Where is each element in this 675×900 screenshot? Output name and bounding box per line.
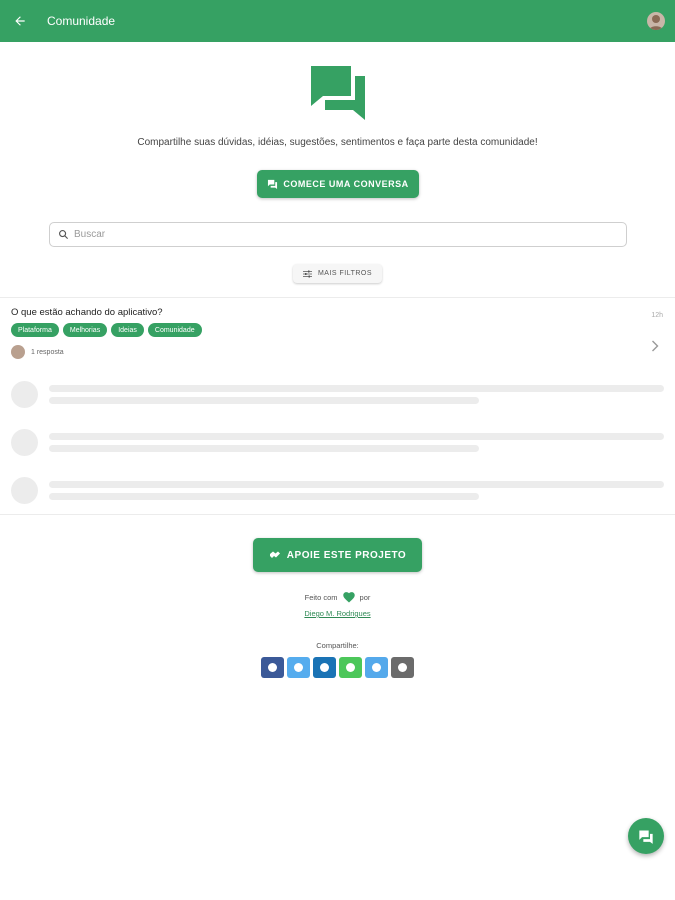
- telegram-icon: [372, 663, 381, 672]
- share-whatsapp-button[interactable]: [339, 657, 362, 678]
- chat-add-icon: [639, 830, 653, 844]
- post-title: O que estão achando do aplicativo?: [11, 307, 163, 318]
- user-avatar[interactable]: [647, 12, 665, 30]
- search-input[interactable]: [74, 229, 574, 240]
- tag-list: Plataforma Melhorias Ideias Comunidade: [11, 323, 202, 337]
- heart-icon: [342, 592, 355, 603]
- share-buttons: [261, 657, 414, 678]
- email-icon: [398, 663, 407, 672]
- more-filters-button[interactable]: MAIS FILTROS: [293, 264, 382, 283]
- back-button[interactable]: [0, 0, 40, 42]
- facebook-icon: [268, 663, 277, 672]
- skeleton-item: [0, 429, 675, 459]
- list-item[interactable]: O que estão achando do aplicativo? 12h P…: [0, 300, 675, 364]
- tagline: Compartilhe suas dúvidas, idéias, sugest…: [137, 137, 538, 148]
- made-with-label: Feito com: [304, 592, 338, 602]
- more-filters-label: MAIS FILTROS: [317, 270, 373, 277]
- reply-count: 1 resposta: [31, 348, 64, 356]
- page-title: Comunidade: [47, 14, 116, 28]
- support-project-button[interactable]: APOIE ESTE PROJETO: [253, 538, 422, 572]
- chevron-right-icon: [652, 340, 659, 352]
- tune-icon: [302, 270, 312, 277]
- author-avatar: [11, 345, 25, 359]
- skeleton-item: [0, 477, 675, 507]
- whatsapp-icon: [346, 663, 355, 672]
- search-icon: [59, 230, 69, 240]
- share-email-button[interactable]: [391, 657, 414, 678]
- divider: [0, 514, 675, 515]
- share-linkedin-button[interactable]: [313, 657, 336, 678]
- share-facebook-button[interactable]: [261, 657, 284, 678]
- share-telegram-button[interactable]: [365, 657, 388, 678]
- chat-add-icon: [268, 179, 278, 189]
- by-label: por: [359, 592, 371, 602]
- forum-icon: [311, 66, 365, 120]
- share-label: Compartilhe:: [316, 641, 359, 650]
- divider: [0, 297, 675, 298]
- start-conversation-button[interactable]: COMECE UMA CONVERSA: [257, 170, 419, 198]
- linkedin-icon: [320, 663, 329, 672]
- skeleton-item: [0, 381, 675, 411]
- author-link[interactable]: Diego M. Rodrigues: [0, 609, 675, 618]
- new-conversation-fab[interactable]: [628, 818, 664, 854]
- tag-comunidade[interactable]: Comunidade: [147, 323, 202, 337]
- made-with: Feito com por: [0, 591, 675, 603]
- tag-melhorias[interactable]: Melhorias: [62, 323, 108, 337]
- app-bar: Comunidade: [0, 0, 675, 42]
- replies: 1 resposta: [11, 345, 64, 359]
- twitter-icon: [294, 663, 303, 672]
- arrow-back-icon: [15, 16, 25, 26]
- post-time: 12h: [651, 312, 663, 319]
- start-conversation-label: COMECE UMA CONVERSA: [283, 179, 409, 189]
- share-twitter-button[interactable]: [287, 657, 310, 678]
- search-bar[interactable]: [49, 222, 627, 247]
- tag-plataforma[interactable]: Plataforma: [11, 323, 59, 337]
- tag-ideias[interactable]: Ideias: [111, 323, 144, 337]
- handshake-icon: [269, 551, 280, 558]
- support-project-label: APOIE ESTE PROJETO: [286, 549, 407, 561]
